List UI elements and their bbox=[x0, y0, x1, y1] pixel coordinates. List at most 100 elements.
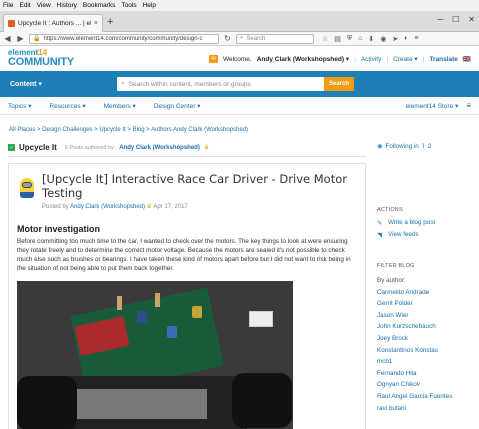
following-control[interactable]: ◉ Following in ⌇ 2 bbox=[377, 143, 477, 150]
browser-navbar: ◀ ▶ 🔒 https://www.element14.com/communit… bbox=[0, 32, 479, 46]
author-filter-item[interactable]: Carmelito Andrade bbox=[377, 287, 477, 299]
following-label: Following in bbox=[385, 143, 419, 150]
write-blog-post-link[interactable]: ✎ Write a blog post bbox=[377, 219, 477, 227]
home-icon[interactable]: ⌂ bbox=[358, 35, 362, 43]
tab-close-icon[interactable]: × bbox=[94, 20, 98, 27]
site-search-input[interactable]: ⌕ Search within content, members or grou… bbox=[117, 77, 324, 91]
circuit-board-photo[interactable] bbox=[17, 281, 293, 429]
translate-link[interactable]: Translate bbox=[429, 56, 458, 63]
back-icon[interactable]: ◀ bbox=[3, 34, 12, 43]
view-feeds-label: View feeds bbox=[388, 231, 419, 238]
mail-icon[interactable]: ✉ bbox=[209, 55, 218, 63]
content-dropdown[interactable]: Content ▾ bbox=[10, 80, 42, 88]
extension-icon[interactable]: ◐ bbox=[404, 35, 408, 43]
post-title[interactable]: [Upcycle It] Interactive Race Car Driver… bbox=[42, 172, 357, 201]
author-filter-item[interactable]: Joey Brock bbox=[377, 333, 477, 345]
rss-icon: ◥ bbox=[377, 232, 382, 239]
site-search-placeholder: Search within content, members or groups bbox=[128, 80, 251, 88]
photo-capacitor bbox=[167, 326, 177, 339]
author-avatar[interactable] bbox=[17, 174, 35, 200]
maximize-button[interactable]: ☐ bbox=[452, 15, 459, 24]
view-feeds-link[interactable]: ◥ View feeds bbox=[377, 231, 477, 239]
author-filter-item[interactable]: Raul Angel Garcia Fuentes bbox=[377, 391, 477, 403]
search-icon: ⌕ bbox=[121, 80, 125, 87]
blog-author-link[interactable]: Andy Clark (Workshopshed) bbox=[119, 145, 200, 151]
user-menu[interactable]: Andy Clark (Workshopshed) ▾ bbox=[257, 55, 349, 63]
photo-wheel bbox=[232, 373, 292, 429]
url-bar[interactable]: 🔒 https://www.element14.com/community/co… bbox=[29, 33, 219, 44]
search-icon: ⌕ bbox=[240, 35, 244, 41]
browser-tab[interactable]: Upcycle It : Authors ... | ele... × bbox=[3, 14, 103, 32]
posted-by-label: Posted by bbox=[42, 203, 69, 210]
user-bar: ✉ Welcome, Andy Clark (Workshopshed) ▾ |… bbox=[209, 55, 471, 63]
download-icon[interactable]: ⬇ bbox=[368, 35, 374, 43]
menu-edit[interactable]: Edit bbox=[19, 2, 30, 9]
blog-title[interactable]: Upcycle It bbox=[19, 143, 57, 152]
breadcrumb[interactable]: All Places > Design Challenges > Upcycle… bbox=[9, 127, 248, 133]
site-logo[interactable]: element14 COMMUNITY bbox=[8, 49, 74, 68]
author-filter-item[interactable]: Fernando Hila bbox=[377, 368, 477, 380]
close-window-button[interactable]: ✕ bbox=[468, 15, 475, 24]
post-count: 6 Posts authored by: bbox=[64, 144, 116, 151]
sidebar: ◉ Following in ⌇ 2 ACTIONS ✎ Write a blo… bbox=[377, 143, 477, 415]
browser-menubar: File Edit View History Bookmarks Tools H… bbox=[0, 0, 479, 11]
post-author-link[interactable]: Andy Clark (Workshopshed) bbox=[70, 204, 145, 210]
lock-icon: 🔒 bbox=[33, 36, 41, 42]
nav-members[interactable]: Members ▾ bbox=[104, 102, 136, 110]
nav-design-center[interactable]: Design Center ▾ bbox=[154, 102, 201, 110]
content-search-bar: Content ▾ ⌕ Search within content, membe… bbox=[0, 71, 479, 97]
logo-text-bottom: COMMUNITY bbox=[8, 56, 75, 68]
clipboard-icon[interactable]: ▤ bbox=[334, 35, 341, 43]
divider: | bbox=[354, 55, 356, 63]
browser-tabbar: Upcycle It : Authors ... | ele... × + ─ … bbox=[0, 11, 479, 32]
star-icon[interactable]: ☆ bbox=[322, 35, 328, 43]
flag-icon[interactable]: 🇬🇧 bbox=[463, 55, 471, 63]
reload-icon[interactable]: ↻ bbox=[223, 34, 232, 43]
menu-history[interactable]: History bbox=[57, 2, 77, 9]
toolbar-icons: ☆ ▤ ⛨ ⌂ ⬇ ◉ ➤ ◐ ≡ bbox=[322, 35, 419, 43]
forward-icon[interactable]: ▶ bbox=[16, 34, 25, 43]
menu-icon[interactable]: ≡ bbox=[414, 35, 418, 43]
author-filter-item[interactable]: Jason Wier bbox=[377, 310, 477, 322]
author-filter-item[interactable]: Gerrit Polder bbox=[377, 298, 477, 310]
menu-bookmarks[interactable]: Bookmarks bbox=[83, 2, 116, 9]
pocket-icon[interactable]: ◉ bbox=[380, 35, 386, 43]
browser-search-field[interactable]: ⌕ Search bbox=[236, 33, 314, 44]
menu-tools[interactable]: Tools bbox=[121, 2, 136, 9]
author-filter-list: By author: Carmelito Andrade Gerrit Pold… bbox=[377, 275, 477, 415]
nav-topics[interactable]: Topics ▾ bbox=[8, 102, 32, 110]
post-header: [Upcycle It] Interactive Race Car Driver… bbox=[17, 172, 357, 210]
post-date: Apr 17, 2017 bbox=[153, 203, 188, 210]
menu-help[interactable]: Help bbox=[143, 2, 156, 9]
site-nav: Topics ▾ Resources ▾ Members ▾ Design Ce… bbox=[0, 97, 479, 115]
new-tab-button[interactable]: + bbox=[107, 16, 113, 28]
browser-search-placeholder: Search bbox=[246, 35, 266, 42]
menu-file[interactable]: File bbox=[3, 2, 13, 9]
minimize-button[interactable]: ─ bbox=[437, 15, 443, 24]
photo-resistor bbox=[155, 293, 160, 308]
hamburger-icon[interactable]: ≡ bbox=[466, 101, 471, 110]
nav-resources[interactable]: Resources ▾ bbox=[50, 102, 86, 110]
photo-motor-mount bbox=[57, 389, 207, 420]
welcome-text: Welcome, bbox=[222, 55, 252, 63]
author-filter-item[interactable]: John Kurzschebauch bbox=[377, 321, 477, 333]
nav-store[interactable]: element14 Store ▾ bbox=[406, 102, 459, 110]
award-badge-icon: ♛ bbox=[146, 203, 153, 210]
author-filter-item[interactable]: Ognyan Chikov bbox=[377, 379, 477, 391]
following-icon: ◉ bbox=[377, 143, 383, 150]
menu-view[interactable]: View bbox=[37, 2, 51, 9]
send-icon[interactable]: ➤ bbox=[392, 35, 398, 43]
search-button[interactable]: Search bbox=[324, 77, 354, 91]
create-menu[interactable]: Create ▾ bbox=[393, 55, 418, 63]
tab-title: Upcycle It : Authors ... | ele... bbox=[18, 20, 91, 27]
author-filter-item[interactable]: mcb1 bbox=[377, 356, 477, 368]
photo-resistor bbox=[117, 296, 122, 311]
author-filter-item[interactable]: ravi butani bbox=[377, 403, 477, 415]
section-heading: Motor investigation bbox=[17, 223, 100, 234]
by-author-label: By author: bbox=[377, 277, 406, 284]
photo-connector bbox=[249, 311, 273, 328]
author-filter-item[interactable]: Konstantinos Konstas bbox=[377, 345, 477, 357]
activity-link[interactable]: Activity bbox=[361, 56, 382, 63]
lock-shield-icon[interactable]: ⛨ bbox=[347, 35, 352, 43]
divider: | bbox=[386, 55, 389, 63]
